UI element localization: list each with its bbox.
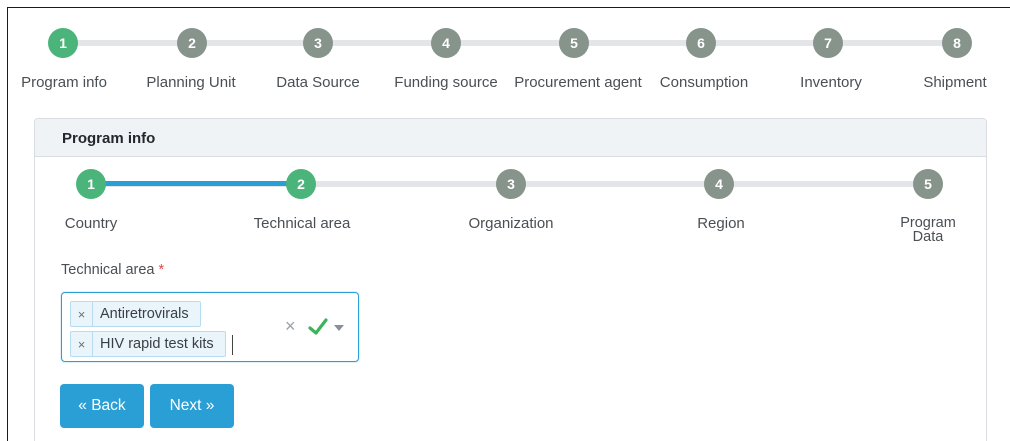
sub-step-2-number: 2 (297, 176, 305, 192)
top-step-5-label[interactable]: Procurement agent (514, 74, 642, 91)
top-step-8-label[interactable]: Shipment (923, 74, 986, 91)
sub-step-1-label[interactable]: Country (65, 215, 118, 232)
sub-step-3-label[interactable]: Organization (468, 215, 553, 232)
back-button[interactable]: « Back (60, 384, 144, 428)
card-header: Program info (35, 119, 986, 157)
top-step-1-number: 1 (59, 35, 67, 51)
top-step-6-circle[interactable]: 6 (686, 28, 716, 58)
sub-step-3-number: 3 (507, 176, 515, 192)
text-cursor (232, 335, 233, 355)
required-marker: * (158, 262, 165, 278)
sub-step-5-label[interactable]: Program Data (898, 216, 958, 245)
chip-label: HIV rapid test kits (100, 336, 214, 352)
chevron-down-icon[interactable] (334, 325, 344, 331)
top-step-2-label[interactable]: Planning Unit (146, 74, 235, 91)
sub-step-4-number: 4 (715, 176, 723, 192)
top-step-7-number: 7 (824, 35, 832, 51)
valid-check-icon (308, 318, 328, 335)
technical-area-label-text: Technical area (61, 262, 155, 278)
chip-remove-icon[interactable]: × (71, 332, 93, 356)
top-step-8-number: 8 (953, 35, 961, 51)
sub-step-5-circle[interactable]: 5 (913, 169, 943, 199)
sub-step-1-circle[interactable]: 1 (76, 169, 106, 199)
top-step-3-circle[interactable]: 3 (303, 28, 333, 58)
technical-area-multiselect[interactable]: × Antiretrovirals × HIV rapid test kits … (61, 292, 359, 362)
sub-step-2-circle[interactable]: 2 (286, 169, 316, 199)
sub-step-4-circle[interactable]: 4 (704, 169, 734, 199)
top-step-2-circle[interactable]: 2 (177, 28, 207, 58)
top-step-1-circle[interactable]: 1 (48, 28, 78, 58)
top-step-4-number: 4 (442, 35, 450, 51)
top-step-7-circle[interactable]: 7 (813, 28, 843, 58)
sub-step-1-number: 1 (87, 176, 95, 192)
top-step-4-circle[interactable]: 4 (431, 28, 461, 58)
sub-step-5-number: 5 (924, 176, 932, 192)
top-step-1-label[interactable]: Program info (21, 74, 107, 91)
top-step-6-label[interactable]: Consumption (660, 74, 748, 91)
top-step-8-circle[interactable]: 8 (942, 28, 972, 58)
technical-area-label: Technical area * (61, 262, 164, 278)
top-step-7-label[interactable]: Inventory (800, 74, 862, 91)
top-step-5-number: 5 (570, 35, 578, 51)
top-step-2-number: 2 (188, 35, 196, 51)
clear-selection-icon[interactable]: × (285, 316, 296, 337)
sub-step-2-label[interactable]: Technical area (254, 215, 351, 232)
top-step-5-circle[interactable]: 5 (559, 28, 589, 58)
selected-chip-hiv-rapid-test-kits: × HIV rapid test kits (70, 331, 226, 357)
selected-chip-antiretrovirals: × Antiretrovirals (70, 301, 201, 327)
top-step-3-number: 3 (314, 35, 322, 51)
chip-remove-icon[interactable]: × (71, 302, 93, 326)
sub-step-4-label[interactable]: Region (697, 215, 745, 232)
chip-label: Antiretrovirals (100, 306, 189, 322)
top-step-6-number: 6 (697, 35, 705, 51)
top-step-4-label[interactable]: Funding source (394, 74, 497, 91)
top-step-3-label[interactable]: Data Source (276, 74, 359, 91)
next-button[interactable]: Next » (150, 384, 234, 428)
sub-step-3-circle[interactable]: 3 (496, 169, 526, 199)
sub-stepper-progress (90, 181, 300, 186)
card-title: Program info (62, 130, 156, 147)
